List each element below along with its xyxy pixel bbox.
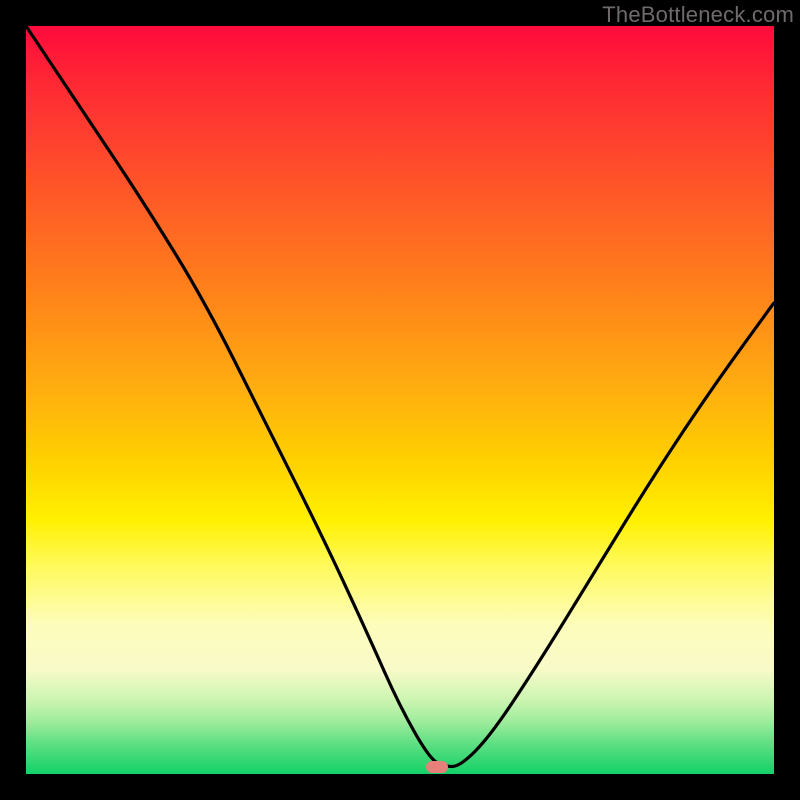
watermark-text: TheBottleneck.com <box>602 2 794 28</box>
plot-area <box>26 26 774 774</box>
min-marker <box>426 761 448 773</box>
curve-path <box>26 26 774 767</box>
bottleneck-curve <box>26 26 774 774</box>
chart-frame: TheBottleneck.com <box>0 0 800 800</box>
